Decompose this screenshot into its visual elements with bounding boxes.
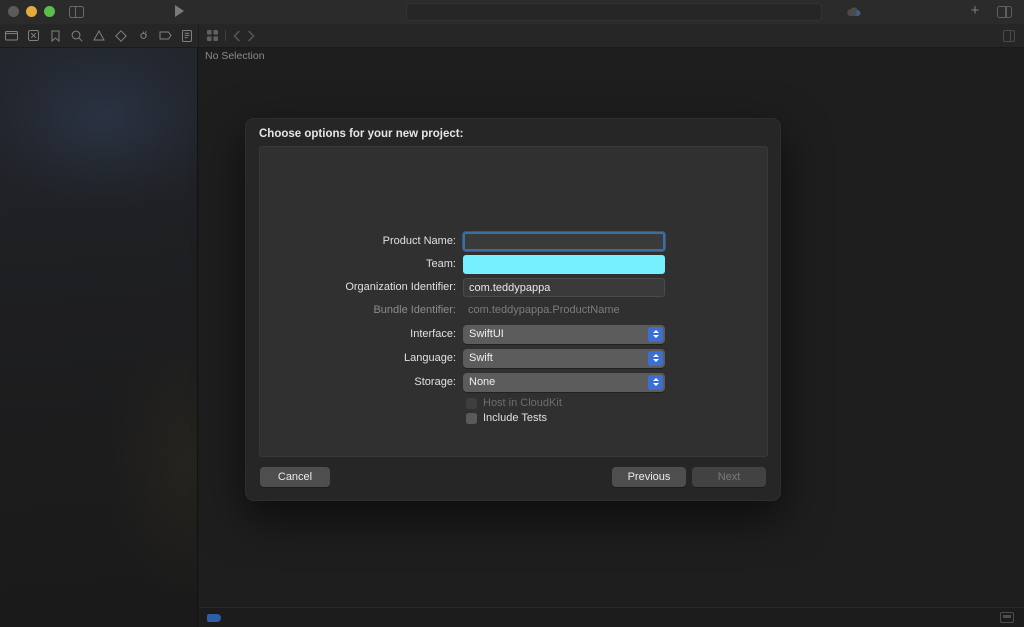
storage-field-wrap: None <box>463 372 665 392</box>
maximize-button-icon[interactable] <box>44 6 55 17</box>
storage-label: Storage: <box>414 376 456 388</box>
titlebar-right: + <box>198 0 1024 24</box>
close-button-icon[interactable] <box>8 6 19 17</box>
product-name-field-wrap <box>463 232 665 251</box>
source-control-icon[interactable] <box>22 24 44 48</box>
cloud-icon[interactable] <box>846 6 862 17</box>
form-row-organization-identifier: Organization Identifier: <box>260 277 769 297</box>
grid-icon[interactable] <box>207 30 218 41</box>
navigator-sidebar[interactable] <box>0 48 198 627</box>
include-tests-label: Include Tests <box>483 412 548 424</box>
previous-button[interactable]: Previous <box>612 467 686 487</box>
console-toggle-icon[interactable] <box>1000 612 1014 623</box>
chevron-left-icon[interactable] <box>233 30 241 42</box>
chevron-right-icon[interactable] <box>247 30 255 42</box>
search-icon[interactable] <box>66 24 88 48</box>
storage-select-value: None <box>469 375 496 388</box>
next-button: Next <box>692 467 766 487</box>
jump-bar-divider <box>225 30 226 41</box>
breakpoint-icon[interactable] <box>154 24 176 48</box>
language-label: Language: <box>404 352 456 364</box>
language-select[interactable]: Swift <box>463 348 665 368</box>
chevron-updown-icon <box>648 350 663 366</box>
window-titlebar: + <box>0 0 1024 24</box>
form-row-team: Team: <box>260 254 769 274</box>
no-selection-label: No Selection <box>205 50 265 62</box>
editor-status-bar <box>199 607 1024 627</box>
form-row-interface: Interface: SwiftUI <box>260 324 769 344</box>
interface-label: Interface: <box>410 328 456 340</box>
navigator-icon-strip <box>0 24 198 48</box>
organization-identifier-field-wrap <box>463 278 665 297</box>
team-input[interactable] <box>463 255 665 274</box>
bookmark-icon[interactable] <box>44 24 66 48</box>
bundle-identifier-value: com.teddypappa.ProductName <box>468 303 620 316</box>
form-row-product-name: Product Name: <box>260 231 769 251</box>
interface-field-wrap: SwiftUI <box>463 324 665 344</box>
team-field-wrap <box>463 255 665 274</box>
report-icon[interactable] <box>176 24 198 48</box>
checkbox-row-include-tests[interactable]: Include Tests <box>260 410 769 426</box>
language-select-value: Swift <box>469 351 493 364</box>
include-tests-checkbox[interactable] <box>466 412 477 424</box>
host-in-cloudkit-label: Host in CloudKit <box>483 397 562 409</box>
chevron-updown-icon <box>648 326 663 342</box>
breakpoint-toggle-icon[interactable] <box>207 614 221 622</box>
warning-triangle-icon[interactable] <box>88 24 110 48</box>
form-row-language: Language: Swift <box>260 348 769 368</box>
titlebar-left <box>0 0 198 24</box>
bundle-identifier-label: Bundle Identifier: <box>373 304 456 316</box>
add-button-icon[interactable]: + <box>968 3 982 18</box>
product-name-input[interactable] <box>463 232 665 251</box>
form-row-storage: Storage: None <box>260 372 769 392</box>
activity-view <box>406 2 822 21</box>
xcode-window: + No Selection Choose options for your n… <box>0 0 1024 627</box>
product-name-label: Product Name: <box>382 235 456 247</box>
dialog-title: Choose options for your new project: <box>259 128 464 140</box>
interface-select-value: SwiftUI <box>469 327 504 340</box>
dialog-form-panel: Product Name: Team: Organization Identif… <box>259 146 768 457</box>
folder-icon[interactable] <box>0 24 22 48</box>
organization-identifier-input[interactable] <box>463 278 665 297</box>
storage-select[interactable]: None <box>463 372 665 392</box>
run-button-icon[interactable] <box>175 4 184 17</box>
chevron-updown-icon <box>648 374 663 390</box>
editor-jump-bar <box>199 24 1024 48</box>
checkbox-row-host-in-cloudkit[interactable]: Host in CloudKit <box>260 395 769 411</box>
sidebar-toggle-icon[interactable] <box>69 5 84 18</box>
bundle-identifier-value-wrap: com.teddypappa.ProductName <box>463 301 665 320</box>
cancel-button[interactable]: Cancel <box>260 467 330 487</box>
test-diamond-icon[interactable] <box>110 24 132 48</box>
host-in-cloudkit-checkbox <box>466 397 477 409</box>
form-row-bundle-identifier: Bundle Identifier: com.teddypappa.Produc… <box>260 300 769 320</box>
inspector-toggle-icon[interactable] <box>1003 30 1015 42</box>
inspector-toggle-icon[interactable] <box>997 5 1012 18</box>
team-label: Team: <box>426 258 456 270</box>
minimize-button-icon[interactable] <box>26 6 37 17</box>
traffic-lights <box>8 6 55 17</box>
debug-icon[interactable] <box>132 24 154 48</box>
interface-select[interactable]: SwiftUI <box>463 324 665 344</box>
new-project-options-dialog: Choose options for your new project: Pro… <box>245 118 781 501</box>
organization-identifier-label: Organization Identifier: <box>345 281 456 293</box>
language-field-wrap: Swift <box>463 348 665 368</box>
